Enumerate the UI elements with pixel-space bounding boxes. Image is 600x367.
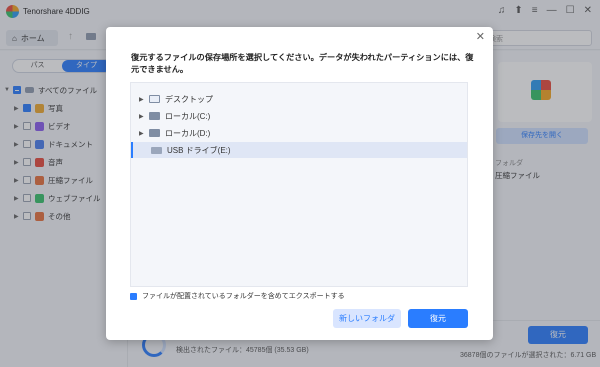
usb-drive-icon xyxy=(151,146,162,154)
location-list: ▶ デスクトップ ▶ ローカル(C:) ▶ ローカル(D:) USB ドライブ(E:) xyxy=(130,82,468,287)
expand-arrow-icon[interactable]: ▶ xyxy=(131,113,144,120)
location-label: ローカル(D:) xyxy=(165,128,211,138)
drive-icon xyxy=(149,112,160,120)
export-option-label: ファイルが配置されているフォルダーを含めてエクスポートする xyxy=(142,293,345,300)
location-label: USB ドライブ(E:) xyxy=(167,145,231,155)
location-label: デスクトップ xyxy=(165,94,213,104)
save-location-dialog: ✕ 復元するファイルの保存場所を選択してください。データが失われたパーティション… xyxy=(106,27,493,340)
location-label: ローカル(C:) xyxy=(165,111,211,121)
drive-icon xyxy=(149,129,160,137)
location-item[interactable]: ▶ ローカル(C:) xyxy=(131,108,467,124)
location-item[interactable]: ▶ ローカル(D:) xyxy=(131,125,467,141)
export-checkbox[interactable] xyxy=(130,292,137,300)
export-option[interactable]: ファイルが配置されているフォルダーを含めてエクスポートする xyxy=(130,291,345,301)
close-icon[interactable]: ✕ xyxy=(476,32,485,43)
recover-button[interactable]: 復元 xyxy=(408,309,468,328)
desktop-icon xyxy=(149,95,160,103)
expand-arrow-icon[interactable]: ▶ xyxy=(131,130,144,137)
dialog-title: 復元するファイルの保存場所を選択してください。データが失われたパーティションには… xyxy=(131,53,474,74)
location-item[interactable]: USB ドライブ(E:) xyxy=(131,142,467,158)
location-item[interactable]: ▶ デスクトップ xyxy=(131,91,467,107)
new-folder-button[interactable]: 新しいフォルダ xyxy=(333,309,401,328)
expand-arrow-icon[interactable]: ▶ xyxy=(131,96,144,103)
